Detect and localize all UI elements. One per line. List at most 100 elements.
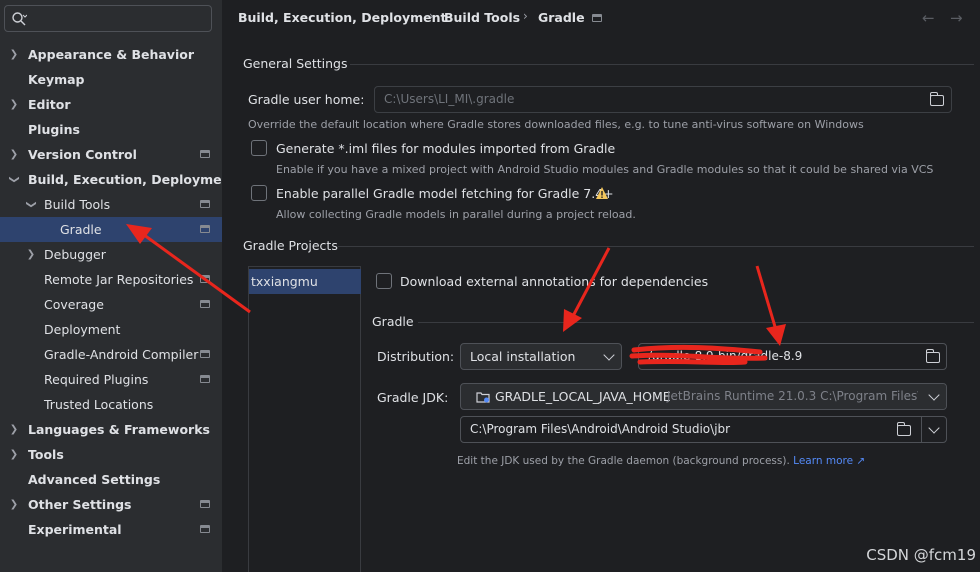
- folder-icon[interactable]: [925, 349, 940, 363]
- distribution-dropdown[interactable]: Local installation: [460, 343, 622, 370]
- project-level-icon: [200, 150, 210, 158]
- jdk-name: GRADLE_LOCAL_JAVA_HOME: [495, 389, 671, 404]
- sidebar-item-remote-jar-repositories[interactable]: Remote Jar Repositories: [0, 267, 222, 292]
- sidebar-item-label: Languages & Frameworks: [28, 422, 210, 437]
- sidebar-item-required-plugins[interactable]: Required Plugins: [0, 367, 222, 392]
- jdk-path-field[interactable]: C:\Program Files\Android\Android Studio\…: [460, 416, 947, 443]
- chevron-right-icon[interactable]: ❯: [7, 417, 21, 442]
- watermark: CSDN @fcm19: [866, 546, 976, 564]
- sidebar-item-build-execution-deployment[interactable]: ❯ Build, Execution, Deployment: [0, 167, 237, 192]
- distribution-path-value: /gradle-8.9-bin/gradle-8.9: [648, 349, 803, 363]
- chevron-down-icon[interactable]: ❯: [2, 173, 27, 187]
- project-level-icon: [592, 14, 602, 22]
- generate-iml-label: Generate *.iml files for modules importe…: [276, 141, 616, 156]
- sidebar-item-trusted-locations[interactable]: Trusted Locations: [0, 392, 222, 417]
- sidebar-item-label: Appearance & Behavior: [28, 47, 194, 62]
- divider: [338, 246, 974, 247]
- chevron-right-icon[interactable]: ❯: [24, 242, 38, 267]
- divider: [418, 322, 974, 323]
- sidebar-item-label: Required Plugins: [44, 372, 149, 387]
- sidebar-item-label: Editor: [28, 97, 71, 112]
- sidebar-item-label: Gradle: [60, 222, 102, 237]
- warning-icon: [596, 187, 608, 199]
- chevron-right-icon[interactable]: ❯: [7, 92, 21, 117]
- sidebar-item-label: Debugger: [44, 247, 106, 262]
- jdk-path-value: C:\Program Files\Android\Android Studio\…: [470, 422, 731, 436]
- sidebar-item-languages-frameworks[interactable]: ❯ Languages & Frameworks: [0, 417, 222, 442]
- jdk-detail: JetBrains Runtime 21.0.3 C:\Program File…: [667, 389, 930, 403]
- search-input[interactable]: [4, 5, 212, 32]
- generate-iml-checkbox[interactable]: [251, 140, 267, 156]
- project-level-icon: [200, 350, 210, 358]
- distribution-label: Distribution:: [377, 349, 455, 364]
- divider: [921, 417, 922, 442]
- sidebar-item-gradle[interactable]: Gradle: [0, 217, 222, 242]
- breadcrumb-item[interactable]: Build Tools: [444, 10, 520, 25]
- gradle-user-home-label: Gradle user home:: [248, 92, 365, 107]
- sidebar-item-label: Advanced Settings: [28, 472, 161, 487]
- sidebar-item-editor[interactable]: ❯ Editor: [0, 92, 222, 117]
- chevron-down-icon[interactable]: [928, 422, 940, 434]
- section-title-gradle: Gradle: [372, 314, 414, 329]
- settings-content: Build, Execution, Deployment › Build Too…: [222, 0, 980, 572]
- sidebar-item-other-settings[interactable]: ❯ Other Settings: [0, 492, 222, 517]
- chevron-right-icon[interactable]: ❯: [7, 42, 21, 67]
- sidebar-item-plugins[interactable]: Plugins: [0, 117, 222, 142]
- sidebar-item-deployment[interactable]: Deployment: [0, 317, 222, 342]
- gradle-user-home-field[interactable]: C:\Users\LI_MI\.gradle: [374, 86, 952, 113]
- download-annotations-label: Download external annotations for depend…: [400, 274, 709, 289]
- folder-variable-icon: [476, 392, 490, 403]
- chevron-down-icon[interactable]: ❯: [19, 198, 44, 212]
- breadcrumb-item[interactable]: Build, Execution, Deployment: [238, 10, 446, 25]
- sidebar-item-label: Tools: [28, 447, 64, 462]
- sidebar-item-debugger[interactable]: ❯ Debugger: [0, 242, 222, 267]
- sidebar-item-label: Coverage: [44, 297, 104, 312]
- distribution-value: Local installation: [470, 349, 576, 364]
- forward-arrow-icon[interactable]: →: [950, 9, 963, 27]
- project-level-icon: [200, 300, 210, 308]
- jdk-hint-text: Edit the JDK used by the Gradle daemon (…: [457, 455, 790, 467]
- sidebar-item-keymap[interactable]: Keymap: [0, 67, 222, 92]
- back-arrow-icon[interactable]: ←: [922, 9, 935, 27]
- sidebar-item-label: Deployment: [44, 322, 121, 337]
- project-level-icon: [200, 525, 210, 533]
- project-level-icon: [200, 375, 210, 383]
- distribution-path-field[interactable]: /gradle-8.9-bin/gradle-8.9: [638, 343, 947, 370]
- divider: [350, 64, 974, 65]
- sidebar-item-label: Trusted Locations: [44, 397, 154, 412]
- gradle-user-home-hint: Override the default location where Grad…: [248, 118, 864, 131]
- gradle-jdk-dropdown[interactable]: GRADLE_LOCAL_JAVA_HOME JetBrains Runtime…: [460, 383, 947, 410]
- sidebar-item-tools[interactable]: ❯ Tools: [0, 442, 222, 467]
- sidebar-item-build-tools[interactable]: ❯ Build Tools: [0, 192, 222, 217]
- sidebar-item-label: Plugins: [28, 122, 80, 137]
- sidebar-item-label: Gradle-Android Compiler: [44, 347, 199, 362]
- sidebar-item-label: Build, Execution, Deployment: [28, 172, 237, 187]
- jdk-hint: Edit the JDK used by the Gradle daemon (…: [457, 455, 865, 467]
- generate-iml-hint: Enable if you have a mixed project with …: [276, 163, 934, 176]
- list-item-project[interactable]: txxiangmu: [249, 269, 361, 294]
- sidebar-item-version-control[interactable]: ❯ Version Control: [0, 142, 222, 167]
- chevron-down-icon: [603, 349, 615, 361]
- breadcrumb: Build, Execution, Deployment › Build Too…: [222, 0, 980, 36]
- sidebar-item-coverage[interactable]: Coverage: [0, 292, 222, 317]
- sidebar-item-appearance-behavior[interactable]: ❯ Appearance & Behavior: [0, 42, 222, 67]
- sidebar-item-label: Other Settings: [28, 497, 132, 512]
- download-annotations-checkbox[interactable]: [376, 273, 392, 289]
- folder-icon[interactable]: [929, 92, 944, 106]
- folder-icon[interactable]: [896, 422, 911, 436]
- sidebar-item-label: Keymap: [28, 72, 85, 87]
- gradle-user-home-value: C:\Users\LI_MI\.gradle: [384, 92, 515, 106]
- learn-more-link[interactable]: Learn more ↗: [793, 455, 865, 467]
- section-title-gradle-projects: Gradle Projects: [243, 238, 338, 253]
- chevron-right-icon[interactable]: ❯: [7, 142, 21, 167]
- chevron-right-icon[interactable]: ❯: [7, 442, 21, 467]
- chevron-right-icon[interactable]: ❯: [7, 492, 21, 517]
- sidebar-item-label: Version Control: [28, 147, 137, 162]
- project-level-icon: [200, 225, 210, 233]
- parallel-fetching-checkbox[interactable]: [251, 185, 267, 201]
- sidebar-item-advanced-settings[interactable]: Advanced Settings: [0, 467, 222, 492]
- sidebar-item-label: Build Tools: [44, 197, 111, 212]
- sidebar-item-experimental[interactable]: Experimental: [0, 517, 222, 542]
- sidebar-item-gradle-android-compiler[interactable]: Gradle-Android Compiler: [0, 342, 222, 367]
- chevron-right-icon: ›: [523, 9, 528, 23]
